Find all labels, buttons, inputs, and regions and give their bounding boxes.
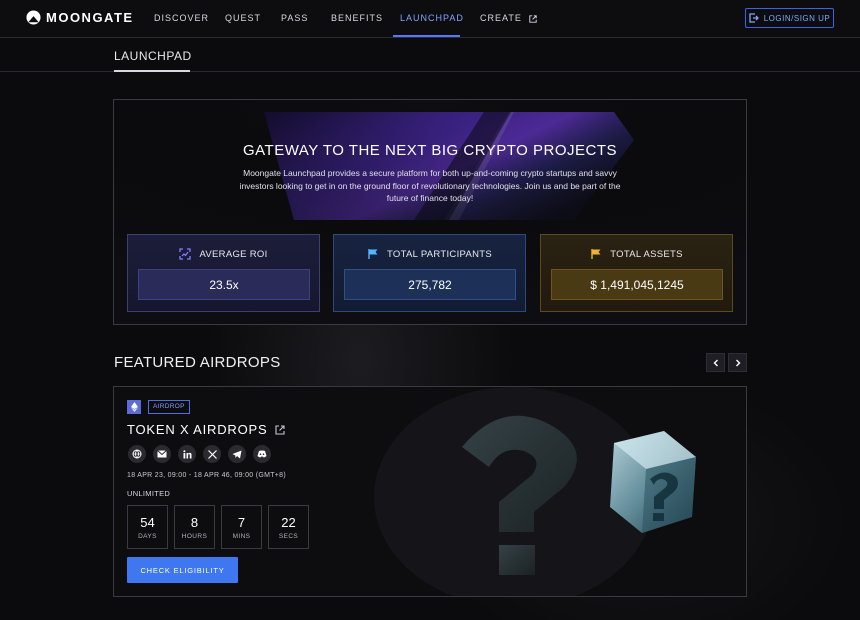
login-label: LOGIN/SIGN UP (763, 13, 831, 23)
mystery-box-illustration (364, 387, 746, 596)
airdrop-tag-badge: AIRDROP (148, 400, 190, 414)
countdown-value: 54 (140, 514, 155, 530)
page-subheader: LAUNCHPAD (0, 38, 860, 72)
hero-title: GATEWAY TO THE NEXT BIG CRYPTO PROJECTS (242, 142, 618, 159)
login-icon (749, 13, 759, 23)
airdrop-title: TOKEN X AIRDROPS (127, 422, 268, 437)
stat-value: 275,782 (344, 269, 516, 300)
countdown-secs: 22 SECS (268, 505, 309, 549)
launchpad-hero: GATEWAY TO THE NEXT BIG CRYPTO PROJECTS … (113, 99, 747, 325)
stat-label: TOTAL PARTICIPANTS (387, 248, 492, 260)
carousel-next-button[interactable] (728, 353, 747, 372)
nav-pass[interactable]: PASS (281, 13, 308, 23)
flag-icon (591, 249, 601, 259)
stat-label: TOTAL ASSETS (610, 248, 683, 260)
airdrop-title-row: TOKEN X AIRDROPS (127, 422, 285, 437)
stat-total-assets: TOTAL ASSETS $ 1,491,045,1245 (540, 234, 733, 312)
check-eligibility-button[interactable]: CHECK ELIGIBILITY (127, 557, 238, 583)
nav-benefits[interactable]: BENEFITS (331, 13, 383, 23)
countdown-value: 7 (237, 514, 246, 530)
external-link-icon[interactable] (275, 424, 285, 435)
chevron-left-icon (713, 359, 718, 366)
flag-icon (368, 249, 378, 259)
nav-launchpad[interactable]: LAUNCHPAD (400, 13, 464, 23)
nav-discover[interactable]: DISCOVER (154, 13, 209, 23)
linkedin-icon[interactable] (178, 445, 196, 463)
stat-total-participants: TOTAL PARTICIPANTS 275,782 (333, 234, 526, 312)
nav-active-indicator (393, 35, 460, 37)
countdown-hours: 8 HOURS (174, 505, 215, 549)
ethereum-icon (127, 400, 141, 414)
countdown-value: 8 (190, 514, 199, 530)
chevron-right-icon (735, 359, 740, 366)
discord-icon[interactable] (253, 445, 271, 463)
stat-label: AVERAGE ROI (199, 248, 268, 260)
login-signup-button[interactable]: LOGIN/SIGN UP (745, 8, 834, 28)
stat-value: 23.5x (138, 269, 310, 300)
countdown-timer: 54 DAYS 8 HOURS 7 MINS 22 SECS (127, 505, 309, 549)
logo[interactable]: MOONGATE (26, 10, 134, 25)
moon-logo-icon (26, 10, 41, 25)
page-title: LAUNCHPAD (114, 49, 192, 63)
social-links (128, 445, 271, 463)
external-link-icon (529, 14, 538, 23)
nav-create-label: CREATE (480, 13, 522, 23)
scan-icon (179, 248, 192, 260)
page-title-underline (114, 70, 190, 72)
stat-average-roi: AVERAGE ROI 23.5x (127, 234, 320, 312)
mail-icon[interactable] (153, 445, 171, 463)
nav-quest[interactable]: QUEST (225, 13, 261, 23)
countdown-unit: MINS (232, 532, 251, 540)
countdown-mins: 7 MINS (221, 505, 262, 549)
countdown-days: 54 DAYS (127, 505, 168, 549)
countdown-value: 22 (281, 514, 296, 530)
telegram-icon[interactable] (228, 445, 246, 463)
featured-airdrops-title: FEATURED AIRDROPS (114, 354, 281, 371)
airdrop-card: AIRDROP TOKEN X AIRDROPS 18 APR 23, 09:0… (113, 386, 747, 597)
carousel-prev-button[interactable] (706, 353, 725, 372)
hero-description: Moongate Launchpad provides a secure pla… (239, 168, 621, 203)
countdown-unit: SECS (278, 532, 299, 540)
stat-value: $ 1,491,045,1245 (551, 269, 723, 300)
nav-create[interactable]: CREATE (480, 13, 538, 23)
top-navbar: MOONGATE DISCOVER QUEST PASS BENEFITS LA… (0, 0, 860, 38)
globe-icon[interactable] (128, 445, 146, 463)
countdown-unit: HOURS (181, 532, 208, 540)
countdown-unit: DAYS (138, 532, 157, 540)
airdrop-dates: 18 APR 23, 09:00 - 18 APR 46, 09:00 (GMT… (127, 472, 287, 479)
x-icon[interactable] (203, 445, 221, 463)
logo-text: MOONGATE (46, 10, 134, 25)
airdrop-limit: UNLIMITED (127, 489, 171, 498)
